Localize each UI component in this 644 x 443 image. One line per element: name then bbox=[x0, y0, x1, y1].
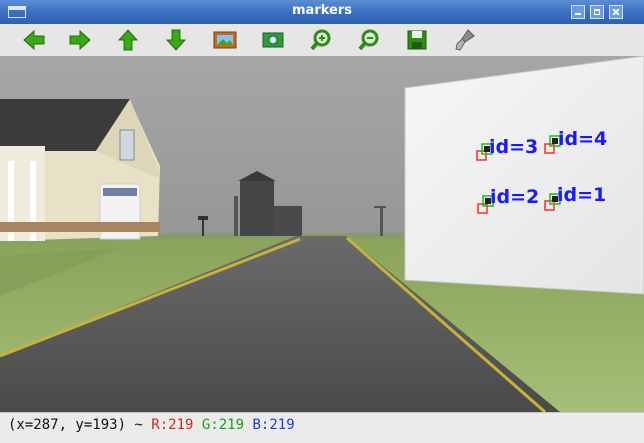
zoom-fit-button[interactable] bbox=[260, 27, 286, 53]
markers-window: markers id=3 id=4 id=2 id=1 (x=287, y=19… bbox=[0, 0, 644, 443]
pixel-readout: (x=287, y=193) ~ R:219 G:219 B:219 bbox=[8, 417, 295, 433]
window-title: markers bbox=[292, 3, 352, 18]
cursor-coords: (x=287, y=193) ~ bbox=[8, 417, 152, 433]
zoom-in-icon bbox=[310, 29, 331, 51]
blue-value: B:219 bbox=[252, 417, 295, 433]
pan-down-button[interactable] bbox=[163, 27, 189, 53]
marker-label-id3: id=3 bbox=[489, 136, 538, 158]
green-value: G:219 bbox=[201, 417, 245, 433]
close-button[interactable] bbox=[609, 5, 623, 19]
brush-icon bbox=[455, 29, 475, 51]
properties-button[interactable] bbox=[452, 27, 478, 53]
maximize-button[interactable] bbox=[590, 5, 604, 19]
pan-left-button[interactable] bbox=[21, 27, 47, 53]
original-size-button[interactable] bbox=[212, 27, 238, 53]
save-button[interactable] bbox=[404, 27, 430, 53]
image-icon bbox=[213, 31, 237, 49]
red-value: R:219 bbox=[151, 417, 194, 433]
title-bar[interactable]: markers bbox=[0, 0, 644, 24]
up-arrow-icon bbox=[117, 29, 139, 51]
pan-right-button[interactable] bbox=[67, 27, 93, 53]
pan-up-button[interactable] bbox=[115, 27, 141, 53]
down-arrow-icon bbox=[165, 29, 187, 51]
zoom-out-button[interactable] bbox=[356, 27, 382, 53]
zoom-in-button[interactable] bbox=[308, 27, 334, 53]
minimize-button[interactable] bbox=[571, 5, 585, 19]
status-bar: (x=287, y=193) ~ R:219 G:219 B:219 bbox=[0, 412, 644, 443]
zoom-out-icon bbox=[358, 29, 379, 51]
zoom-fit-icon bbox=[262, 32, 284, 48]
camera-image: id=3 id=4 id=2 id=1 bbox=[0, 56, 644, 412]
left-arrow-icon bbox=[23, 29, 45, 51]
marker-label-id1: id=1 bbox=[557, 184, 606, 206]
marker-label-id4: id=4 bbox=[558, 128, 607, 150]
save-icon bbox=[407, 30, 427, 50]
image-viewport[interactable]: id=3 id=4 id=2 id=1 bbox=[0, 56, 644, 412]
right-arrow-icon bbox=[69, 29, 91, 51]
toolbar bbox=[0, 24, 644, 57]
marker-label-id2: id=2 bbox=[490, 186, 539, 208]
